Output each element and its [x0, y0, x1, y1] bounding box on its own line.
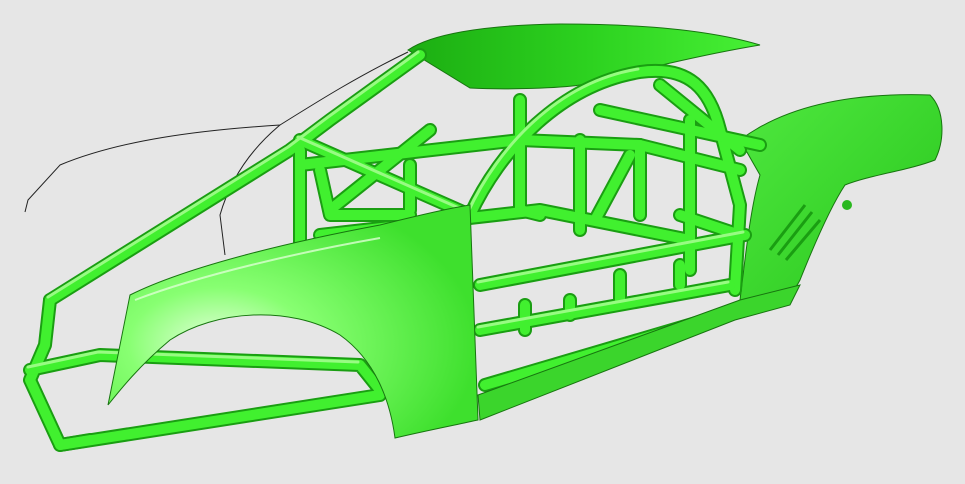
- 3d-viewport[interactable]: [0, 0, 965, 484]
- rear-quarter-panel: [739, 94, 943, 305]
- race-car-model[interactable]: [0, 0, 965, 484]
- roof-panel: [407, 23, 761, 90]
- rear-mount: [842, 200, 852, 210]
